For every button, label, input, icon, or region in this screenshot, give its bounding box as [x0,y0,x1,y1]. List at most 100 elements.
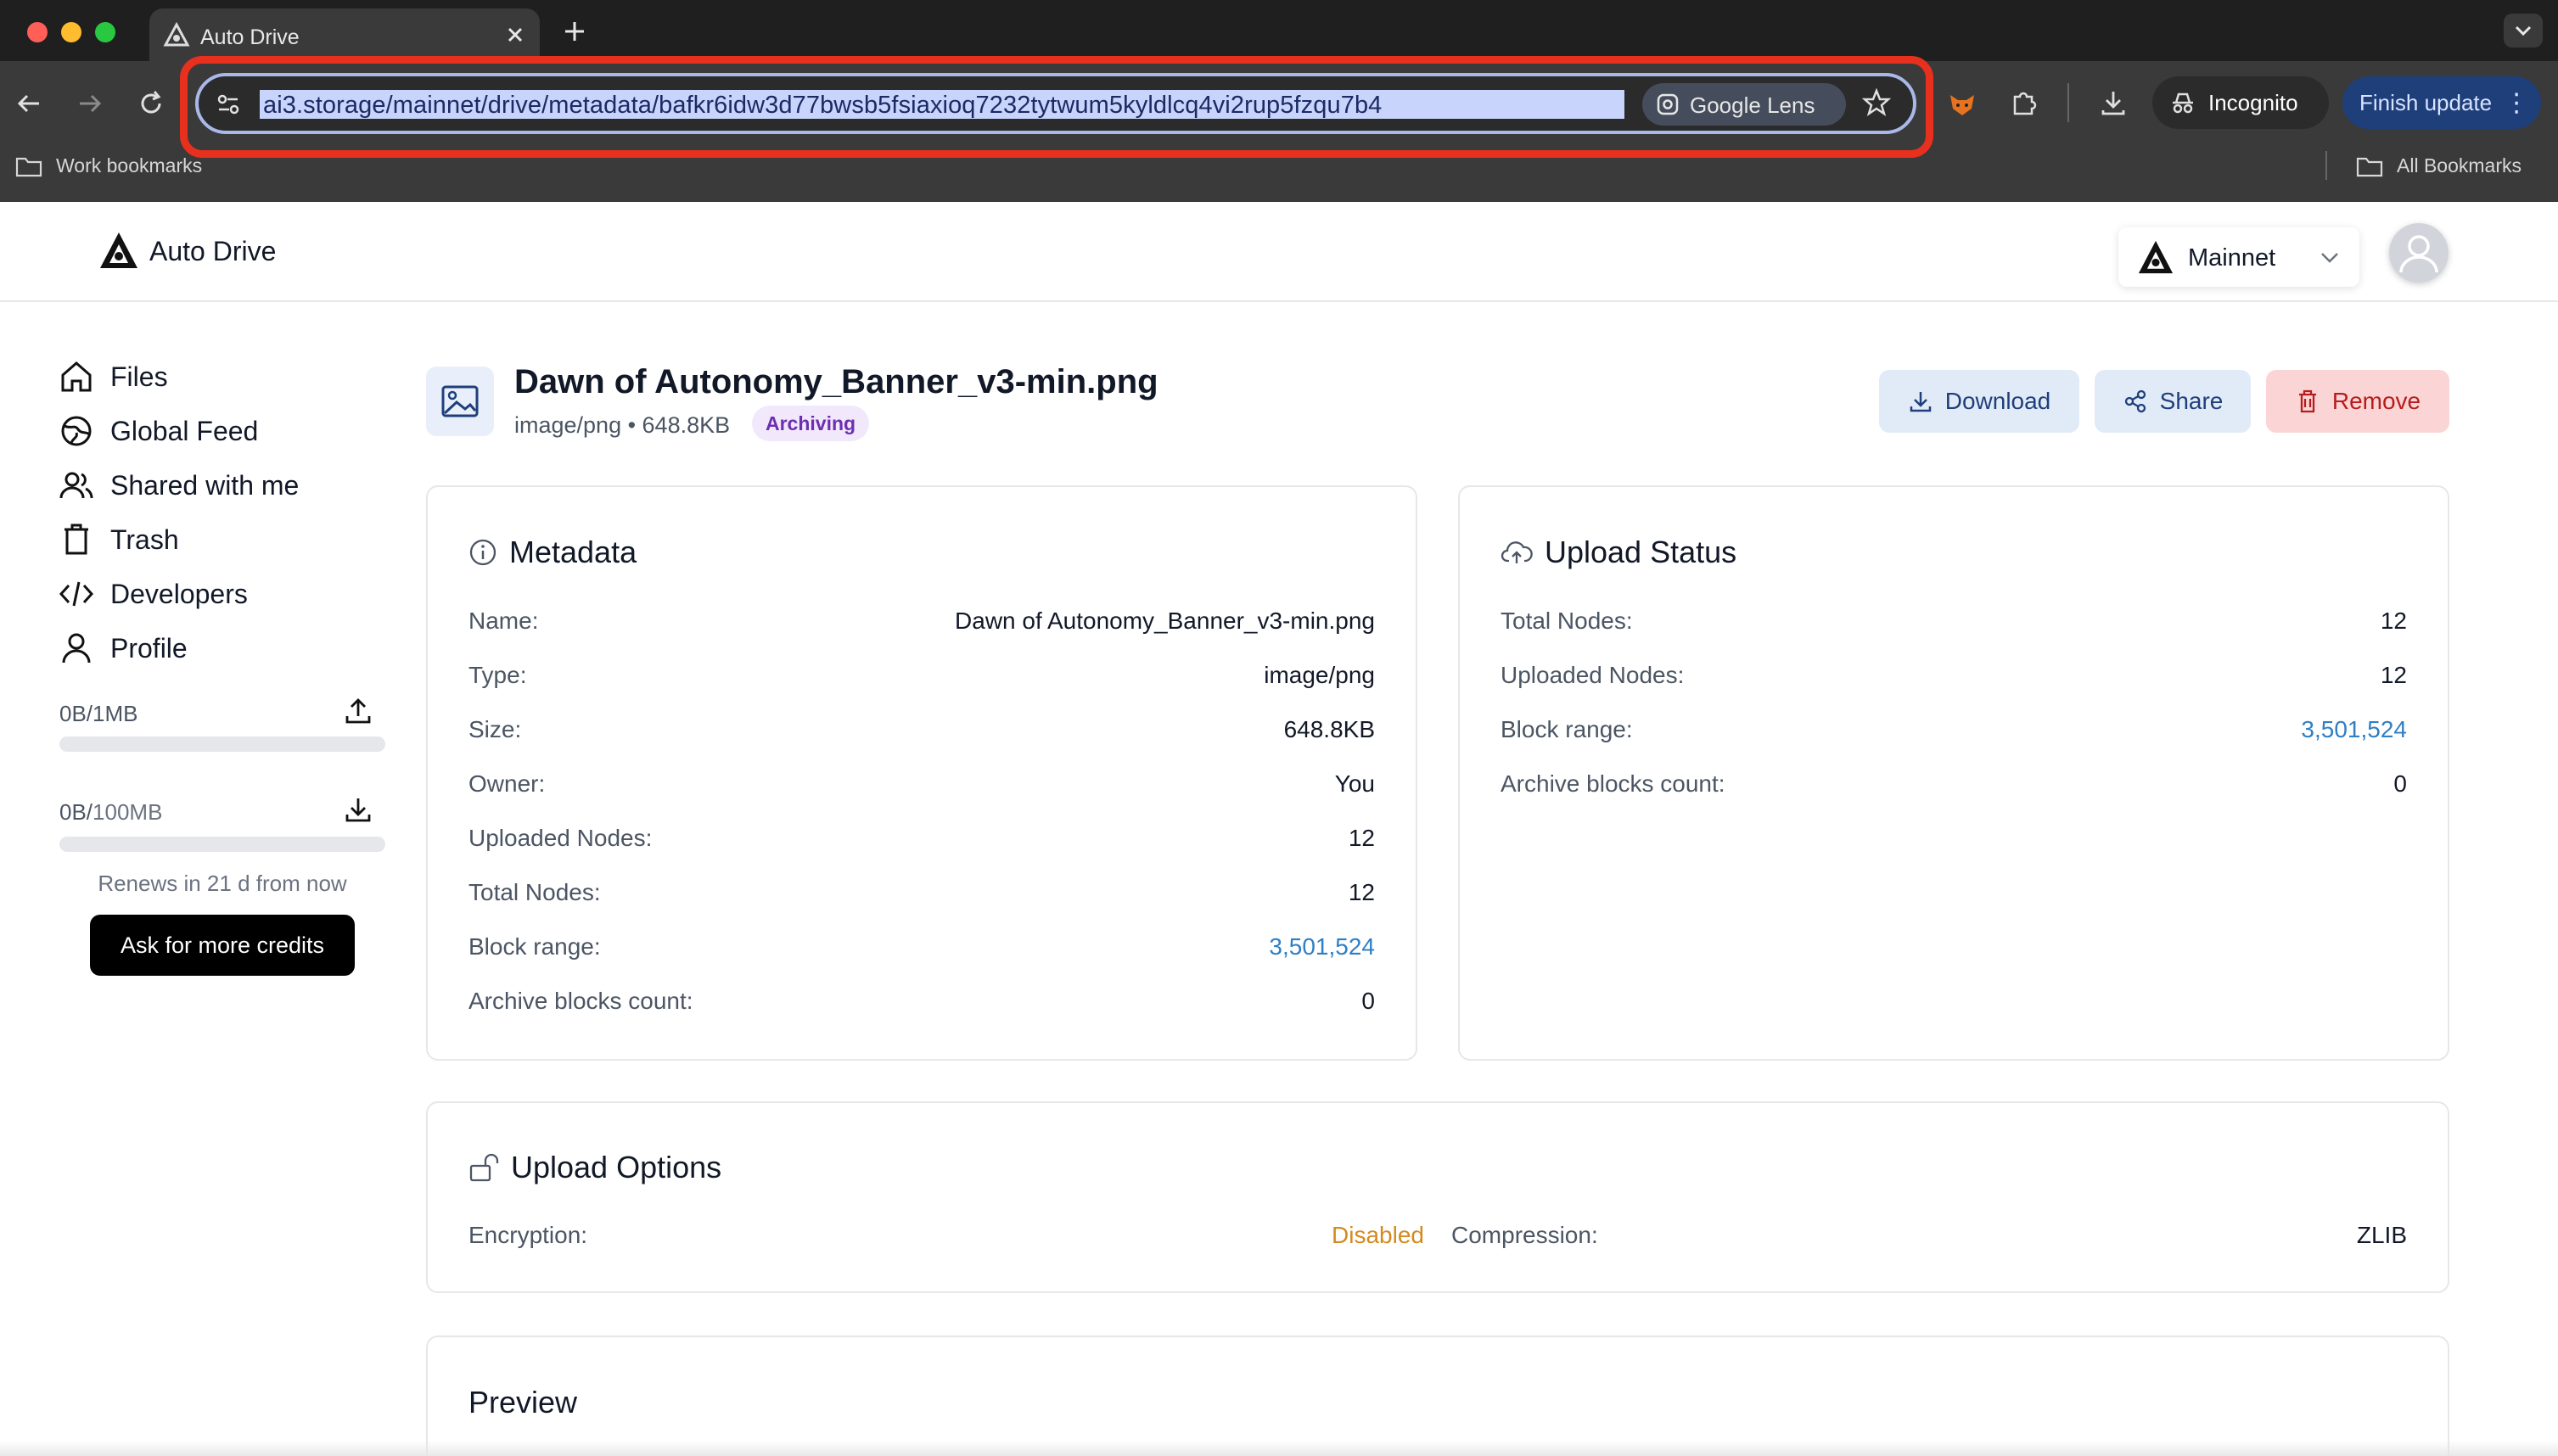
upload-icon [343,696,373,726]
incognito-indicator[interactable]: Incognito [2152,76,2329,129]
share-label: Share [2159,388,2224,414]
avatar[interactable] [2389,223,2449,283]
compression-value: ZLIB [2356,1222,2407,1248]
chevron-down-icon [2319,248,2341,266]
metadata-row-label: Name: [468,608,539,634]
upload-status-row-value: 12 [2380,608,2407,634]
upload-status-title: Upload Status [1501,535,1736,570]
forward-icon[interactable] [75,88,105,119]
close-tab-icon[interactable] [504,24,526,46]
info-icon [469,539,496,566]
cloud-upload-icon [1501,541,1533,563]
sidebar-item-label: Files [110,361,168,392]
sidebar-item-label: Developers [110,578,248,609]
incognito-icon [2169,89,2196,116]
sidebar-item-label: Global Feed [110,415,259,446]
brand-name[interactable]: Auto Drive [149,236,276,267]
metadata-row-label: Size: [468,716,522,742]
downloads-icon[interactable] [2098,88,2129,119]
extensions-icon[interactable] [2008,88,2039,119]
all-bookmarks-folder-icon [2356,154,2383,178]
upload-status-row-label: Total Nodes: [1501,608,1633,634]
sidebar-item-global-feed[interactable]: Global Feed [58,411,258,451]
finish-update-label: Finish update [2359,89,2493,115]
metadata-title: Metadata [468,535,637,570]
sidebar-item-label: Trash [110,524,179,555]
sidebar-item-profile[interactable]: Profile [58,628,188,669]
sidebar-item-shared[interactable]: Shared with me [58,465,299,506]
metadata-row-value: image/png [1264,662,1375,688]
upload-quota-bar [59,736,385,752]
home-icon [58,358,95,395]
tab-search-icon[interactable] [2504,14,2543,48]
metadata-row-label: Type: [468,662,527,688]
upload-quota-label: 0B/1MB [59,701,138,726]
trash-icon [2298,389,2316,413]
image-file-icon [426,367,494,436]
tab-favicon-icon [163,22,190,49]
upload-status-row-label: Block range: [1501,716,1633,742]
file-title: Dawn of Autonomy_Banner_v3-min.png [514,363,1158,400]
metadata-row-value: 12 [1348,825,1375,851]
download-quota-bar [59,837,385,852]
finish-update-button[interactable]: Finish update ⋮ [2342,76,2541,129]
remove-button[interactable]: Remove [2266,370,2449,433]
bookmark-work[interactable]: Work bookmarks [56,154,202,177]
sidebar-item-label: Shared with me [110,469,300,501]
more-menu-icon[interactable]: ⋮ [2504,88,2529,118]
renewal-text: Renews in 21 d from now [98,871,347,896]
network-label: Mainnet [2188,244,2276,272]
all-bookmarks[interactable]: All Bookmarks [2397,154,2522,177]
download-button[interactable]: Download [1879,370,2079,433]
download-quota-total: 100MB [93,799,163,825]
metadata-row-value: 648.8KB [1283,716,1375,742]
address-bar-annotation-box [180,56,1933,158]
sidebar-item-trash[interactable]: Trash [58,519,179,560]
encryption-label: Encryption: [468,1222,588,1248]
remove-label: Remove [2331,388,2421,414]
preview-card [426,1336,2449,1456]
maximize-window-button[interactable] [95,22,115,42]
metadata-row-label: Block range: [468,933,601,960]
status-badge: Archiving [752,406,870,441]
bookmarks-divider [2325,151,2327,180]
folder-icon [15,154,42,178]
upload-options-title: Upload Options [468,1150,721,1185]
metadata-row-value: 12 [1348,879,1375,905]
ask-credits-button[interactable]: Ask for more credits [90,915,355,976]
metadata-row-value[interactable]: 3,501,524 [611,933,1375,960]
share-button[interactable]: Share [2095,370,2251,433]
preview-title: Preview [468,1385,578,1420]
close-window-button[interactable] [27,22,48,42]
fox-extension-icon[interactable] [1947,88,1977,119]
share-icon [2124,389,2146,413]
metadata-row-value: 0 [1361,988,1375,1014]
network-logo-icon [2137,239,2174,275]
metadata-row-value: Dawn of Autonomy_Banner_v3-min.png [955,608,1375,634]
sidebar-item-label: Profile [110,632,188,664]
metadata-row-value: You [1334,770,1375,797]
trash-icon [58,521,95,558]
network-selector[interactable]: Mainnet [2118,227,2359,287]
browser-tab[interactable]: Auto Drive [149,8,540,61]
upload-status-row-value[interactable]: 3,501,524 [1643,716,2407,743]
upload-status-row-value: 0 [2393,770,2407,797]
metadata-row-label: Total Nodes: [468,879,601,905]
download-quota-label: 0B/100MB [59,799,163,825]
download-icon [343,794,373,825]
minimize-window-button[interactable] [61,22,81,42]
back-icon[interactable] [14,88,44,119]
metadata-row-label: Owner: [468,770,546,797]
compression-label: Compression: [1451,1222,1598,1248]
sidebar-item-developers[interactable]: Developers [58,574,248,614]
new-tab-icon[interactable] [562,19,587,44]
toolbar-divider [2067,83,2069,122]
incognito-label: Incognito [2208,89,2298,115]
reload-icon[interactable] [136,88,166,119]
upload-status-row-value: 12 [2380,662,2407,688]
code-icon [58,575,95,613]
sidebar-item-files[interactable]: Files [58,356,168,397]
upload-options-card [426,1101,2449,1293]
download-label: Download [1944,388,2051,414]
encryption-value: Disabled [1332,1222,1424,1248]
